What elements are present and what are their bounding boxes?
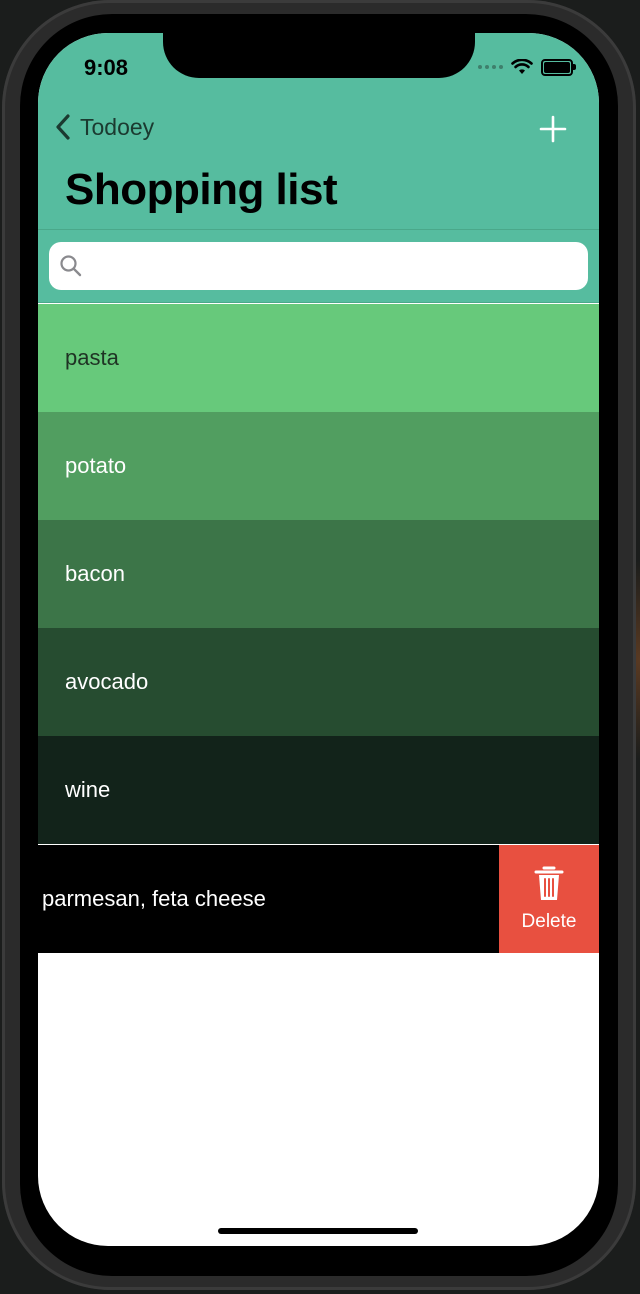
list-item-label: avocado [65, 669, 149, 694]
list-item-label: potato [65, 453, 127, 478]
back-button[interactable]: Todoey [54, 113, 154, 141]
list-item-label: parmesan, feta cheese [42, 886, 266, 911]
back-label: Todoey [80, 113, 155, 140]
list-item-label: wine [65, 777, 111, 802]
cellular-signal-icon [478, 65, 503, 69]
list-item[interactable]: potato [38, 412, 599, 520]
chevron-left-icon [56, 114, 70, 140]
add-item-button[interactable] [533, 109, 573, 149]
delete-label: Delete [521, 911, 577, 932]
list-item[interactable]: avocado [38, 628, 599, 736]
swiped-list-item[interactable]: parmesan, feta cheese Delete [38, 845, 599, 953]
list-item[interactable]: bacon [38, 520, 599, 628]
navigation-bar: 9:08 Todoey Shopping list [38, 33, 599, 229]
search-input[interactable] [93, 242, 577, 292]
status-icons [478, 57, 576, 77]
trash-icon [534, 866, 564, 900]
page-title: Shopping list [65, 165, 338, 214]
delete-button[interactable]: Delete [499, 845, 599, 953]
device-notch [163, 33, 475, 78]
search-field[interactable] [49, 242, 588, 292]
list-item-label: bacon [65, 561, 125, 586]
list-item-label: pasta [65, 345, 119, 370]
list-item[interactable]: pasta [38, 304, 599, 412]
home-indicator[interactable] [218, 1228, 418, 1234]
status-time: 9:08 [84, 55, 129, 80]
search-icon [60, 255, 82, 277]
battery-icon [541, 58, 576, 76]
search-bar [38, 229, 599, 303]
wifi-icon [511, 59, 533, 74]
app-screen: 9:08 Todoey Shopping list pasta potato b… [38, 33, 599, 1246]
item-list: pasta potato bacon avocado wine [38, 304, 599, 844]
plus-icon [539, 115, 567, 143]
list-item[interactable]: wine [38, 736, 599, 844]
